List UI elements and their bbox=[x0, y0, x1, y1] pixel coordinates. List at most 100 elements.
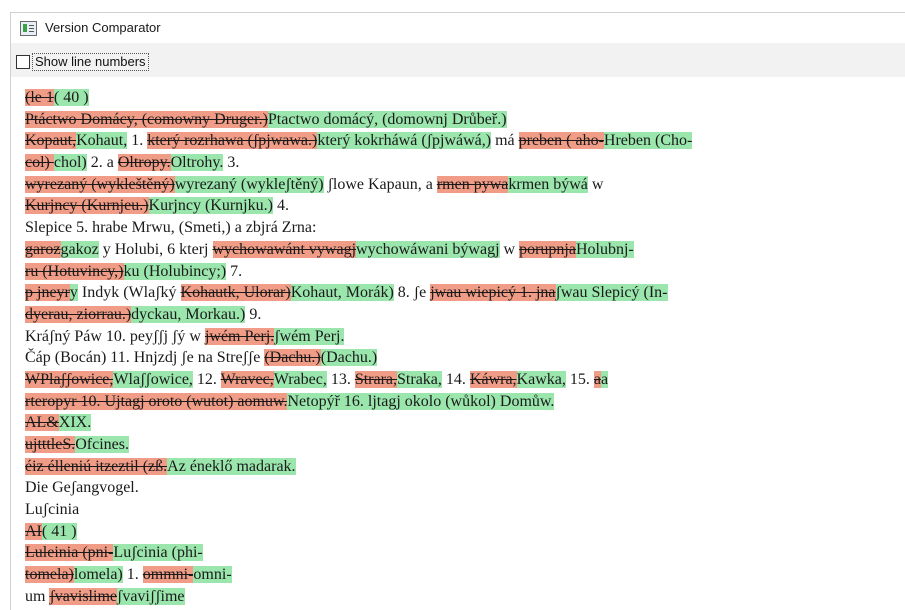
unchanged-text: Čáp (Bocán) 11. Hnjzdj ʃe na Streʃʃe bbox=[25, 349, 265, 367]
inserted-text: y bbox=[69, 284, 78, 302]
inserted-text: Oltrohy. bbox=[170, 154, 224, 172]
inserted-text: ʃwau Slepicý (In- bbox=[555, 284, 668, 302]
deleted-text: col) bbox=[25, 154, 54, 172]
unchanged-text: 2. a bbox=[86, 154, 118, 172]
deleted-text: ommni- bbox=[142, 566, 194, 584]
unchanged-text: 3. bbox=[223, 154, 240, 172]
unchanged-text: Slepice 5. hrabe Mrwu, (Smeti,) a zbjrá … bbox=[25, 219, 317, 237]
unchanged-text: Indyk (Wlaʃký bbox=[77, 284, 181, 302]
inserted-text: dyckau, Morkau.) bbox=[131, 305, 246, 323]
deleted-text: dyerau, ziorrau.) bbox=[25, 305, 132, 323]
deleted-text: tomela) bbox=[25, 566, 74, 584]
inserted-text: Ofcines. bbox=[75, 436, 129, 453]
inserted-text: ku (Holubincy;) bbox=[123, 262, 227, 280]
deleted-text: Kurjncy (Kurnjeu.) bbox=[25, 197, 149, 215]
inserted-text: Ptactwo domácý, (domownj Drůbeř.) bbox=[267, 110, 507, 128]
inserted-text: krmen býwá bbox=[508, 175, 588, 193]
inserted-text: ʃwém Perj. bbox=[274, 327, 345, 345]
deleted-text: porupnja bbox=[519, 240, 576, 258]
deleted-text: Oltropy. bbox=[117, 154, 171, 172]
unchanged-text: má bbox=[491, 132, 519, 150]
title-bar: Version Comparator bbox=[10, 12, 905, 43]
diff-document: (le 1( 40 ) Ptáctwo Domácy, (comowny Drug… bbox=[25, 87, 885, 608]
toolbar: Show line numbers bbox=[10, 43, 905, 77]
version-comparator-window: Version Comparator Show line numbers (le… bbox=[0, 0, 905, 610]
diff-line: wyrezaný (wykleštěný)wyrezaný (wykleʃtěn… bbox=[25, 174, 885, 196]
unchanged-text: 13. bbox=[326, 370, 355, 388]
unchanged-text: 15. bbox=[565, 370, 594, 388]
inserted-text: gakoz bbox=[60, 240, 99, 258]
show-line-numbers-checkbox[interactable] bbox=[16, 55, 30, 69]
diff-line: Kopaut,Kohaut, 1. který rozrhawa (ʃpjwaw… bbox=[25, 130, 885, 152]
inserted-text: Straka, bbox=[397, 370, 442, 388]
diff-view: (le 1( 40 ) Ptáctwo Domácy, (comowny Drug… bbox=[10, 77, 905, 610]
inserted-text: Kohaut, Morák) bbox=[290, 284, 394, 302]
deleted-text: Káwra, bbox=[469, 370, 517, 388]
diff-line: Luʃcinia bbox=[25, 499, 885, 521]
inserted-text: a bbox=[600, 370, 609, 388]
deleted-text: p jneyr bbox=[25, 284, 70, 302]
diff-line: AL&XIX. bbox=[25, 412, 885, 434]
diff-line: p jneyry Indyk (Wlaʃký Kohautk, Ulorar)K… bbox=[25, 282, 885, 304]
diff-line: Ptáctwo Domácy, (comowny Druger.)Ptactwo… bbox=[25, 109, 885, 131]
inserted-text: Wrabec, bbox=[273, 370, 327, 388]
inserted-text: Az éneklő madarak. bbox=[167, 457, 296, 475]
unchanged-text: 1. bbox=[122, 566, 143, 584]
deleted-text: Kopaut, bbox=[25, 132, 77, 150]
inserted-text: XIX. bbox=[58, 414, 92, 432]
deleted-text: wychowawánt vywagj bbox=[212, 240, 357, 258]
inserted-text: ( 41 ) bbox=[41, 522, 77, 540]
unchanged-text: 7. bbox=[226, 262, 243, 280]
deleted-text: AI bbox=[25, 522, 42, 540]
unchanged-text: 4. bbox=[272, 197, 289, 215]
unchanged-text: um bbox=[25, 587, 50, 605]
inserted-text: wyrezaný (wykleʃtěný) bbox=[174, 175, 324, 193]
deleted-text: éiz élleniú itzeztil (zß. bbox=[25, 457, 168, 475]
unchanged-text: 8. ʃe bbox=[393, 284, 431, 302]
deleted-text: Kohautk, Ulorar) bbox=[180, 284, 291, 302]
show-line-numbers-label[interactable]: Show line numbers bbox=[32, 53, 149, 71]
deleted-text: jwau wiepicý 1. jna bbox=[430, 284, 556, 302]
inserted-text: Kohaut, bbox=[76, 132, 128, 150]
diff-line: tomela)lomela) 1. ommni-omni- bbox=[25, 564, 885, 586]
inserted-text: Hreben (Cho- bbox=[603, 132, 693, 150]
deleted-text: jwém Perj. bbox=[204, 327, 275, 345]
inserted-text: (Dachu.) bbox=[320, 349, 378, 367]
deleted-text: (Dachu.) bbox=[264, 349, 321, 367]
unchanged-text: w bbox=[499, 240, 520, 258]
deleted-text: Luleinia (pni- bbox=[25, 544, 114, 562]
deleted-text: který rozrhawa (ʃpjwawa.) bbox=[147, 132, 318, 150]
unchanged-text: 14. bbox=[441, 370, 470, 388]
unchanged-text: 9. bbox=[245, 305, 262, 323]
deleted-text: Ptáctwo Domácy, (comowny Druger.) bbox=[25, 110, 268, 128]
diff-line: ujtttleS.Ofcines. bbox=[25, 434, 885, 456]
diff-line: rteropyr 10. Ujtagj oroto (wutot) aomuw.… bbox=[25, 391, 885, 413]
diff-line: WPlaʃʃowice,Wlaʃʃowice, 12. Wravec,Wrabe… bbox=[25, 369, 885, 391]
diff-line: ru (Hotuvincy,)ku (Holubincy;) 7. bbox=[25, 261, 885, 283]
unchanged-text: 1. bbox=[127, 132, 148, 150]
app-icon bbox=[20, 21, 37, 36]
inserted-text: chol) bbox=[53, 154, 87, 172]
inserted-text: wychowáwani býwagj bbox=[356, 240, 500, 258]
deleted-text: Strara, bbox=[354, 370, 398, 388]
diff-line: Čáp (Bocán) 11. Hnjzdj ʃe na Streʃʃe (Da… bbox=[25, 347, 885, 369]
diff-line: Kráʃný Páw 10. peyʃʃj ʃý w jwém Perj.ʃwé… bbox=[25, 326, 885, 348]
deleted-text: garoz bbox=[25, 240, 61, 258]
deleted-text: AL& bbox=[25, 414, 59, 432]
diff-line: col) chol) 2. a Oltropy.Oltrohy. 3. bbox=[25, 152, 885, 174]
inserted-text: omni- bbox=[193, 566, 232, 584]
inserted-text: lomela) bbox=[73, 566, 123, 584]
deleted-text: ujtttleS. bbox=[25, 436, 76, 453]
inserted-text: ( 40 ) bbox=[53, 89, 89, 106]
deleted-text: preben ( aho- bbox=[518, 132, 604, 150]
diff-line: Die Geʃangvogel. bbox=[25, 477, 885, 499]
inserted-text: který kokrháwá (ʃpjwáwá,) bbox=[317, 132, 492, 150]
inserted-text: Holubnj- bbox=[575, 240, 634, 258]
unchanged-text: Kráʃný Páw 10. peyʃʃj ʃý w bbox=[25, 327, 205, 345]
diff-line: um ʃvavislimeʃvaviʃʃime bbox=[25, 586, 885, 608]
inserted-text: Luʃcinia (phi- bbox=[113, 544, 203, 562]
unchanged-text: y Holubi, 6 kterj bbox=[98, 240, 213, 258]
deleted-text: ʃvavislime bbox=[49, 587, 117, 605]
window-title: Version Comparator bbox=[45, 20, 161, 35]
unchanged-text: Luʃcinia bbox=[25, 501, 80, 519]
